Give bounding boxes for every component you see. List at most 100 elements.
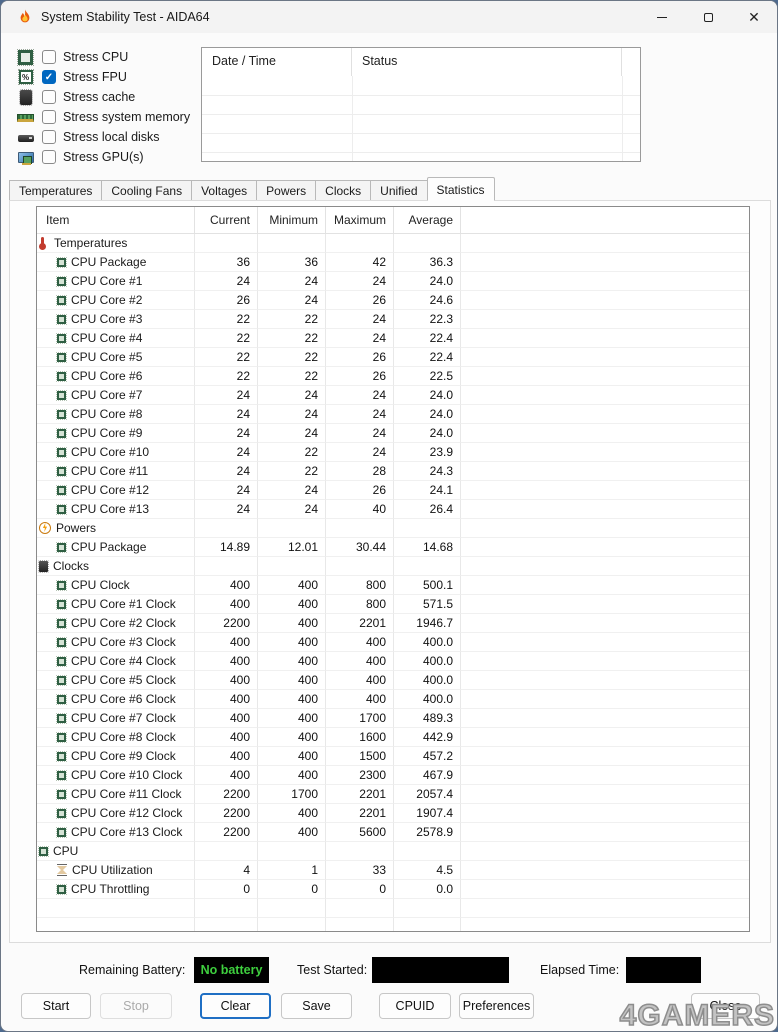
- tab-unified[interactable]: Unified: [370, 180, 426, 201]
- row-label: CPU Core #2: [71, 291, 142, 309]
- table-row[interactable]: CPU Core #11 Clock 2200 1700 2201 2057.4: [37, 785, 749, 804]
- minimize-button[interactable]: [639, 1, 685, 33]
- table-row[interactable]: CPU Core #9 Clock 400 400 1500 457.2: [37, 747, 749, 766]
- table-row[interactable]: CPU Core #5 Clock 400 400 400 400.0: [37, 671, 749, 690]
- table-row[interactable]: CPU Core #9 24 24 24 24.0: [37, 424, 749, 443]
- stress-memory-checkbox[interactable]: [42, 110, 56, 124]
- table-row[interactable]: CPU Core #11 24 22 28 24.3: [37, 462, 749, 481]
- stress-gpu-checkbox[interactable]: [42, 150, 56, 164]
- table-row[interactable]: CPU Core #12 24 24 26 24.1: [37, 481, 749, 500]
- row-maximum-value: 400: [326, 652, 394, 671]
- table-row[interactable]: CPU Core #13 Clock 2200 400 5600 2578.9: [37, 823, 749, 842]
- tab-cooling-fans[interactable]: Cooling Fans: [101, 180, 191, 201]
- table-row[interactable]: CPU Core #1 24 24 24 24.0: [37, 272, 749, 291]
- row-current-value: 0: [195, 880, 258, 899]
- tab-voltages[interactable]: Voltages: [191, 180, 256, 201]
- row-current-value: 2200: [195, 614, 258, 633]
- col-item[interactable]: Item: [37, 207, 195, 234]
- stress-cache-label: Stress cache: [63, 90, 135, 104]
- table-row[interactable]: CPU Core #3 Clock 400 400 400 400.0: [37, 633, 749, 652]
- table-row[interactable]: Temperatures: [37, 234, 749, 253]
- table-row[interactable]: CPU Package 14.89 12.01 30.44 14.68: [37, 538, 749, 557]
- table-row[interactable]: CPU Core #10 24 22 24 23.9: [37, 443, 749, 462]
- chip-green-icon: [57, 543, 66, 552]
- row-label: CPU Utilization: [72, 861, 153, 879]
- table-row[interactable]: CPU Core #13 24 24 40 26.4: [37, 500, 749, 519]
- tab-temperatures[interactable]: Temperatures: [9, 180, 101, 201]
- table-row[interactable]: CPU Core #6 22 22 26 22.5: [37, 367, 749, 386]
- col-average[interactable]: Average: [394, 207, 461, 234]
- row-average-value: 22.4: [394, 348, 461, 367]
- save-button[interactable]: Save: [281, 993, 352, 1019]
- chip-green-icon: [57, 733, 66, 742]
- table-row[interactable]: CPU Package 36 36 42 36.3: [37, 253, 749, 272]
- table-row[interactable]: CPU Core #10 Clock 400 400 2300 467.9: [37, 766, 749, 785]
- start-button[interactable]: Start: [21, 993, 91, 1019]
- chip-green-icon: [57, 752, 66, 761]
- col-maximum[interactable]: Maximum: [326, 207, 394, 234]
- row-maximum-value: 26: [326, 291, 394, 310]
- row-current-value: 22: [195, 367, 258, 386]
- row-current-value: 4: [195, 861, 258, 880]
- col-current[interactable]: Current: [195, 207, 258, 234]
- tab-powers[interactable]: Powers: [256, 180, 315, 201]
- table-row[interactable]: CPU Core #12 Clock 2200 400 2201 1907.4: [37, 804, 749, 823]
- col-minimum[interactable]: Minimum: [258, 207, 326, 234]
- table-row[interactable]: CPU Core #7 24 24 24 24.0: [37, 386, 749, 405]
- row-current-value: 14.89: [195, 538, 258, 557]
- table-row[interactable]: CPU Core #4 Clock 400 400 400 400.0: [37, 652, 749, 671]
- row-maximum-value: [326, 234, 394, 253]
- table-row[interactable]: CPU Throttling 0 0 0 0.0: [37, 880, 749, 899]
- table-row[interactable]: CPU Utilization 4 1 33 4.5: [37, 861, 749, 880]
- row-maximum-value: [326, 519, 394, 538]
- chip-green-icon: [57, 448, 66, 457]
- row-current-value: 24: [195, 424, 258, 443]
- stress-disks-checkbox[interactable]: [42, 130, 56, 144]
- cpuid-button[interactable]: CPUID: [379, 993, 451, 1019]
- row-current-value: [195, 842, 258, 861]
- row-maximum-value: 0: [326, 880, 394, 899]
- table-row[interactable]: CPU Core #3 22 22 24 22.3: [37, 310, 749, 329]
- row-average-value: 24.0: [394, 272, 461, 291]
- row-maximum-value: [326, 557, 394, 576]
- tab-clocks[interactable]: Clocks: [315, 180, 370, 201]
- preferences-button[interactable]: Preferences: [459, 993, 534, 1019]
- table-row[interactable]: CPU Core #6 Clock 400 400 400 400.0: [37, 690, 749, 709]
- close-window-button[interactable]: ✕: [731, 1, 777, 33]
- row-minimum-value: 24: [258, 481, 326, 500]
- clear-button[interactable]: Clear: [200, 993, 271, 1019]
- table-row[interactable]: CPU Core #7 Clock 400 400 1700 489.3: [37, 709, 749, 728]
- row-minimum-value: 22: [258, 329, 326, 348]
- log-col-status[interactable]: Status: [352, 48, 622, 76]
- row-maximum-value: [326, 842, 394, 861]
- table-row[interactable]: CPU: [37, 842, 749, 861]
- stress-fpu-checkbox[interactable]: [42, 70, 56, 84]
- row-maximum-value: 24: [326, 310, 394, 329]
- log-col-datetime[interactable]: Date / Time: [202, 48, 352, 76]
- stress-cache-checkbox[interactable]: [42, 90, 56, 104]
- table-row[interactable]: CPU Core #2 26 24 26 24.6: [37, 291, 749, 310]
- table-row[interactable]: CPU Core #2 Clock 2200 400 2201 1946.7: [37, 614, 749, 633]
- table-row[interactable]: Powers: [37, 519, 749, 538]
- maximize-button[interactable]: [685, 1, 731, 33]
- row-label: CPU Core #3: [71, 310, 142, 328]
- stress-cpu-checkbox[interactable]: [42, 50, 56, 64]
- row-minimum-value: 0: [258, 880, 326, 899]
- table-row[interactable]: CPU Core #1 Clock 400 400 800 571.5: [37, 595, 749, 614]
- row-maximum-value: 30.44: [326, 538, 394, 557]
- chip-green-icon: [57, 790, 66, 799]
- tab-statistics[interactable]: Statistics: [427, 177, 495, 201]
- app-window: System Stability Test - AIDA64 ✕ Stress …: [0, 0, 778, 1032]
- table-row[interactable]: CPU Core #5 22 22 26 22.4: [37, 348, 749, 367]
- log-empty-row: [202, 76, 640, 95]
- chip-green-icon: [57, 296, 66, 305]
- table-row[interactable]: Clocks: [37, 557, 749, 576]
- table-row[interactable]: CPU Core #8 Clock 400 400 1600 442.9: [37, 728, 749, 747]
- fpu-percent-icon: [19, 70, 33, 84]
- table-row[interactable]: CPU Clock 400 400 800 500.1: [37, 576, 749, 595]
- row-average-value: [394, 234, 461, 253]
- stop-button[interactable]: Stop: [100, 993, 172, 1019]
- table-row[interactable]: CPU Core #8 24 24 24 24.0: [37, 405, 749, 424]
- table-row[interactable]: CPU Core #4 22 22 24 22.4: [37, 329, 749, 348]
- chip-green-icon: [57, 885, 66, 894]
